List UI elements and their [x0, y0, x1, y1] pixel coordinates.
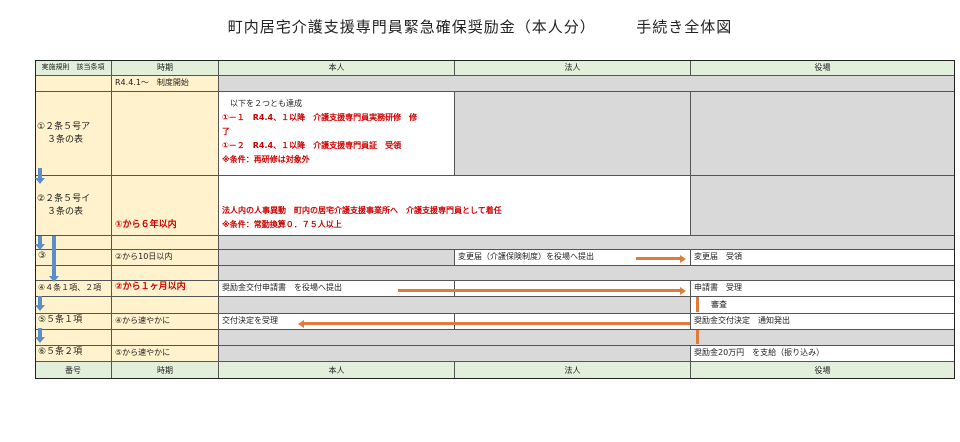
spacer-1-time — [112, 236, 219, 250]
r1-clause-b: ３条の表 — [47, 134, 84, 145]
r1-line2: ①－２ R4.4、１以降 介護支援専門員証 受領 — [222, 141, 402, 150]
cell-r1-self: 以下を２つとも達成 ①－１ R4.4、１以降 介護支援専門員実務研修 修 了 ①… — [219, 92, 455, 176]
header-clause: 実施規則 該当条項 — [35, 60, 112, 76]
cell-r1-time — [112, 92, 219, 176]
r2-line2: ※条件：常勤換算０．７５人以上 — [222, 220, 342, 229]
arrow-self-to-office-head — [680, 286, 686, 295]
spacer-3-gray — [219, 297, 691, 314]
cell-start-gray — [219, 76, 955, 92]
footer-self: 本人 — [219, 362, 455, 379]
cell-r4-time: ②から１ヶ月以内 — [112, 281, 219, 297]
arrow-office-to-self — [304, 322, 690, 325]
flow-arrow-5-head — [35, 337, 45, 343]
spacer-1-clause — [35, 236, 112, 250]
cell-r3-time: ②から10日以内 — [112, 250, 219, 266]
r2-line1: 法人内の人事異動 町内の居宅介護支援事業所へ 介護支援専門員として着任 — [222, 206, 502, 215]
spacer-2-gray — [219, 266, 955, 281]
cell-r1-clause: ①２条５号ア ３条の表 — [35, 92, 112, 176]
spacer-2-time — [112, 266, 219, 281]
cell-r3-clause: ③ — [35, 250, 112, 266]
flow-arrow-3-head — [49, 276, 59, 282]
r2-clause-b: ３条の表 — [47, 206, 84, 217]
spacer-4-time — [112, 330, 219, 346]
r2-clause-a: ②２条５号イ — [37, 193, 91, 204]
flow-arrow-2-head — [35, 244, 45, 250]
cell-start-clause — [35, 76, 112, 92]
header-self: 本人 — [219, 60, 455, 76]
cell-r4-clause: ④４条１項、２項 — [35, 281, 112, 297]
flow-arrow-1 — [38, 168, 42, 178]
footer-corporation: 法人 — [455, 362, 691, 379]
spacer-4-gray — [219, 330, 955, 346]
spacer-4-clause — [35, 330, 112, 346]
r1-line1: ①－１ R4.4、１以降 介護支援専門員実務研修 修 — [222, 113, 418, 122]
flow-arrow-2 — [38, 236, 42, 244]
arrow-office-to-self-head — [298, 319, 304, 328]
cell-r2-clause: ②２条５号イ ３条の表 — [35, 176, 112, 236]
arrow-review-down — [696, 297, 699, 312]
cell-r5-office: 奨励金交付決定 通知発出 — [691, 314, 955, 330]
cell-r2-office — [691, 176, 955, 236]
cell-r5-time: ④から速やかに — [112, 314, 219, 330]
r1-line3: ※条件：再研修は対象外 — [222, 155, 310, 164]
cell-start-time: R4.4.1～ 制度開始 — [112, 76, 219, 92]
cell-r1-corp — [455, 92, 691, 176]
r1-clause-a: ①２条５号ア — [37, 121, 91, 132]
spacer-1-gray — [219, 236, 955, 250]
flow-arrow-5 — [38, 328, 42, 337]
header-town-office: 役場 — [691, 60, 955, 76]
procedure-table: 実施規則 該当条項 時期 本人 法人 役場 R4.4.1～ 制度開始 ①２条５号… — [35, 60, 955, 379]
cell-r4-office: 申請書 受理 — [691, 281, 955, 297]
arrow-payment-down — [696, 330, 699, 344]
header-corporation: 法人 — [455, 60, 691, 76]
r1-line1b: 了 — [222, 127, 230, 136]
r1-intro: 以下を２つとも達成 — [230, 99, 302, 108]
arrow-corp-to-office — [636, 257, 680, 260]
spacer-2-clause — [35, 266, 112, 281]
cell-r2-self: 法人内の人事異動 町内の居宅介護支援事業所へ 介護支援専門員として着任 ※条件：… — [219, 176, 691, 236]
cell-r2-time: ①から６年以内 — [112, 176, 219, 236]
flow-arrow-4-head — [35, 305, 45, 311]
spacer-3-time — [112, 297, 219, 314]
page-title: 町内居宅介護支援専門員緊急確保奨励金（本人分） 手続き全体図 — [227, 18, 733, 36]
cell-r6-clause: ⑥５条２項 — [35, 346, 112, 362]
cell-r6-time: ⑤から速やかに — [112, 346, 219, 362]
flow-arrow-3 — [52, 236, 56, 276]
footer-time: 時期 — [112, 362, 219, 379]
arrow-corp-to-office-head — [680, 254, 686, 263]
cell-r6-office: 奨励金20万円 を支給（振り込み） — [691, 346, 955, 362]
cell-r6-gray — [219, 346, 691, 362]
footer-number: 番号 — [35, 362, 112, 379]
cell-r3-office: 変更届 受領 — [691, 250, 955, 266]
flow-arrow-1-head — [35, 178, 45, 184]
flow-arrow-4 — [38, 296, 42, 305]
header-time: 時期 — [112, 60, 219, 76]
cell-r3-self — [219, 250, 455, 266]
spacer-3-clause — [35, 297, 112, 314]
footer-town-office: 役場 — [691, 362, 955, 379]
arrow-self-to-office — [398, 289, 680, 292]
cell-r5-clause: ⑤５条１項 — [35, 314, 112, 330]
cell-r1-office — [691, 92, 955, 176]
cell-review: 審査 — [691, 297, 955, 314]
